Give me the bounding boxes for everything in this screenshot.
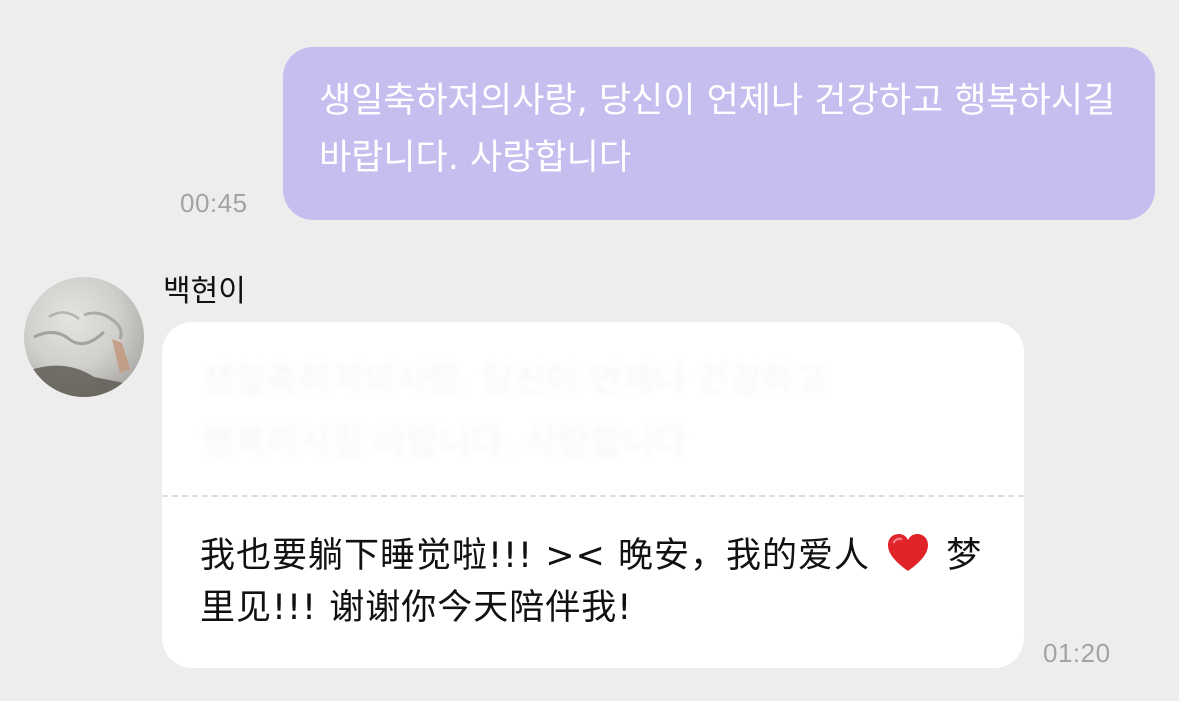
reply-text-part1: 我也要躺下睡觉啦!!! >< 晚安，我的爱人 — [200, 536, 870, 576]
received-message-timestamp: 01:20 — [1043, 638, 1111, 668]
received-message-text: 我也要躺下睡觉啦!!! >< 晚安，我的爱人 梦里见!!! 谢谢你今天陪伴我! — [200, 530, 1000, 634]
red-heart-icon — [888, 534, 929, 571]
received-message-bubble[interactable]: 생일축하저의사랑, 당신이 언제나 건강하고 행복하시길 바랍니다. 사랑합니다… — [162, 322, 1024, 668]
sent-message-timestamp: 00:45 — [180, 188, 248, 218]
sent-message-text: 생일축하저의사랑, 당신이 언제나 건강하고 행복하시길 바랍니다. 사랑합니다 — [319, 81, 1116, 178]
sender-avatar[interactable] — [24, 277, 144, 397]
quote-divider — [162, 495, 1024, 497]
avatar-photo — [24, 311, 144, 397]
sender-name: 백현이 — [163, 274, 246, 309]
sent-message-bubble[interactable]: 생일축하저의사랑, 당신이 언제나 건강하고 행복하시길 바랍니다. 사랑합니다 — [283, 47, 1155, 220]
quoted-message-preview[interactable]: 생일축하저의사랑, 당신이 언제나 건강하고 행복하시길 바랍니다. 사랑합니다 — [202, 350, 962, 490]
